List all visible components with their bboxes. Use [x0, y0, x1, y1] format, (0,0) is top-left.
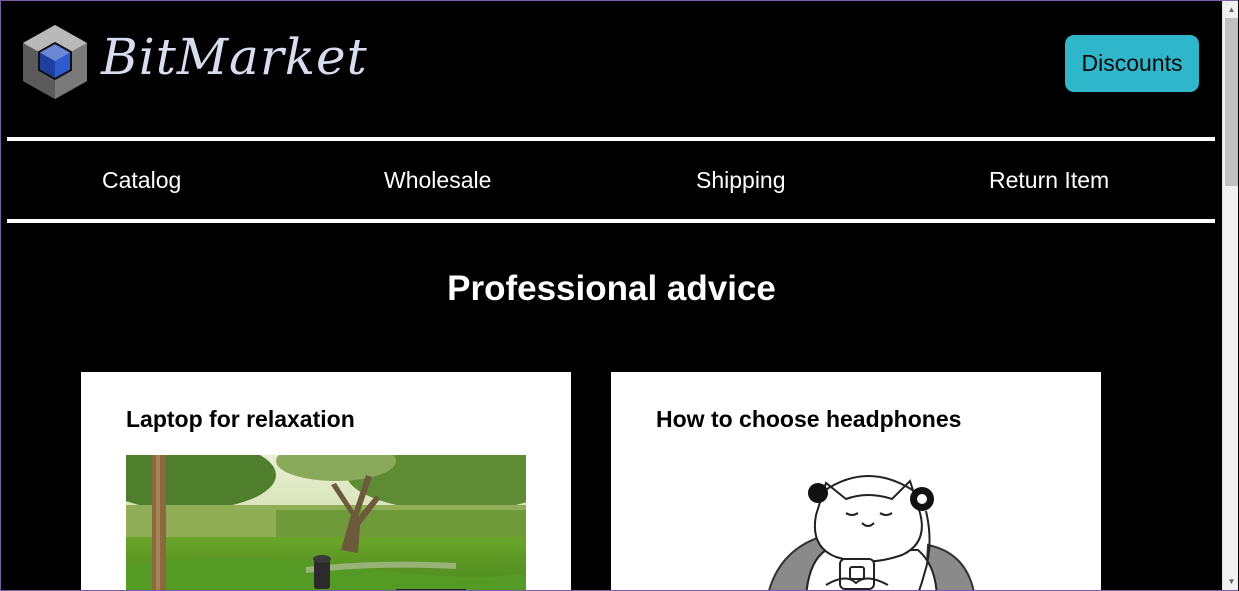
page-title: Professional advice — [447, 269, 776, 308]
cat-headphones-illustration[interactable] — [656, 455, 1056, 590]
nav-divider-bottom — [7, 219, 1215, 223]
advice-card[interactable]: Laptop for relaxation — [81, 372, 571, 590]
park-photo[interactable] — [126, 455, 526, 590]
cube-logo-icon — [23, 25, 87, 99]
card-title[interactable]: How to choose headphones — [656, 406, 961, 433]
scroll-thumb[interactable] — [1225, 18, 1238, 186]
browser-viewport: BitMarket Discounts Catalog Wholesale Sh… — [0, 0, 1238, 591]
card-title[interactable]: Laptop for relaxation — [126, 406, 355, 433]
page-scrollbar[interactable]: ▲ ▼ — [1222, 1, 1238, 590]
brand-name: BitMarket — [101, 28, 368, 86]
nav-item-return-item[interactable]: Return Item — [989, 167, 1109, 194]
main-nav: Catalog Wholesale Shipping Return Item — [7, 141, 1215, 219]
site-header: BitMarket Discounts — [1, 1, 1222, 133]
nav-item-wholesale[interactable]: Wholesale — [384, 167, 491, 194]
advice-card[interactable]: How to choose headphones — [611, 372, 1101, 590]
scroll-down-arrow-icon[interactable]: ▼ — [1223, 573, 1238, 590]
brand-logo-link[interactable]: BitMarket — [21, 23, 368, 101]
nav-item-shipping[interactable]: Shipping — [696, 167, 786, 194]
scroll-up-arrow-icon[interactable]: ▲ — [1223, 1, 1238, 18]
discounts-button[interactable]: Discounts — [1065, 35, 1199, 92]
nav-item-catalog[interactable]: Catalog — [102, 167, 181, 194]
